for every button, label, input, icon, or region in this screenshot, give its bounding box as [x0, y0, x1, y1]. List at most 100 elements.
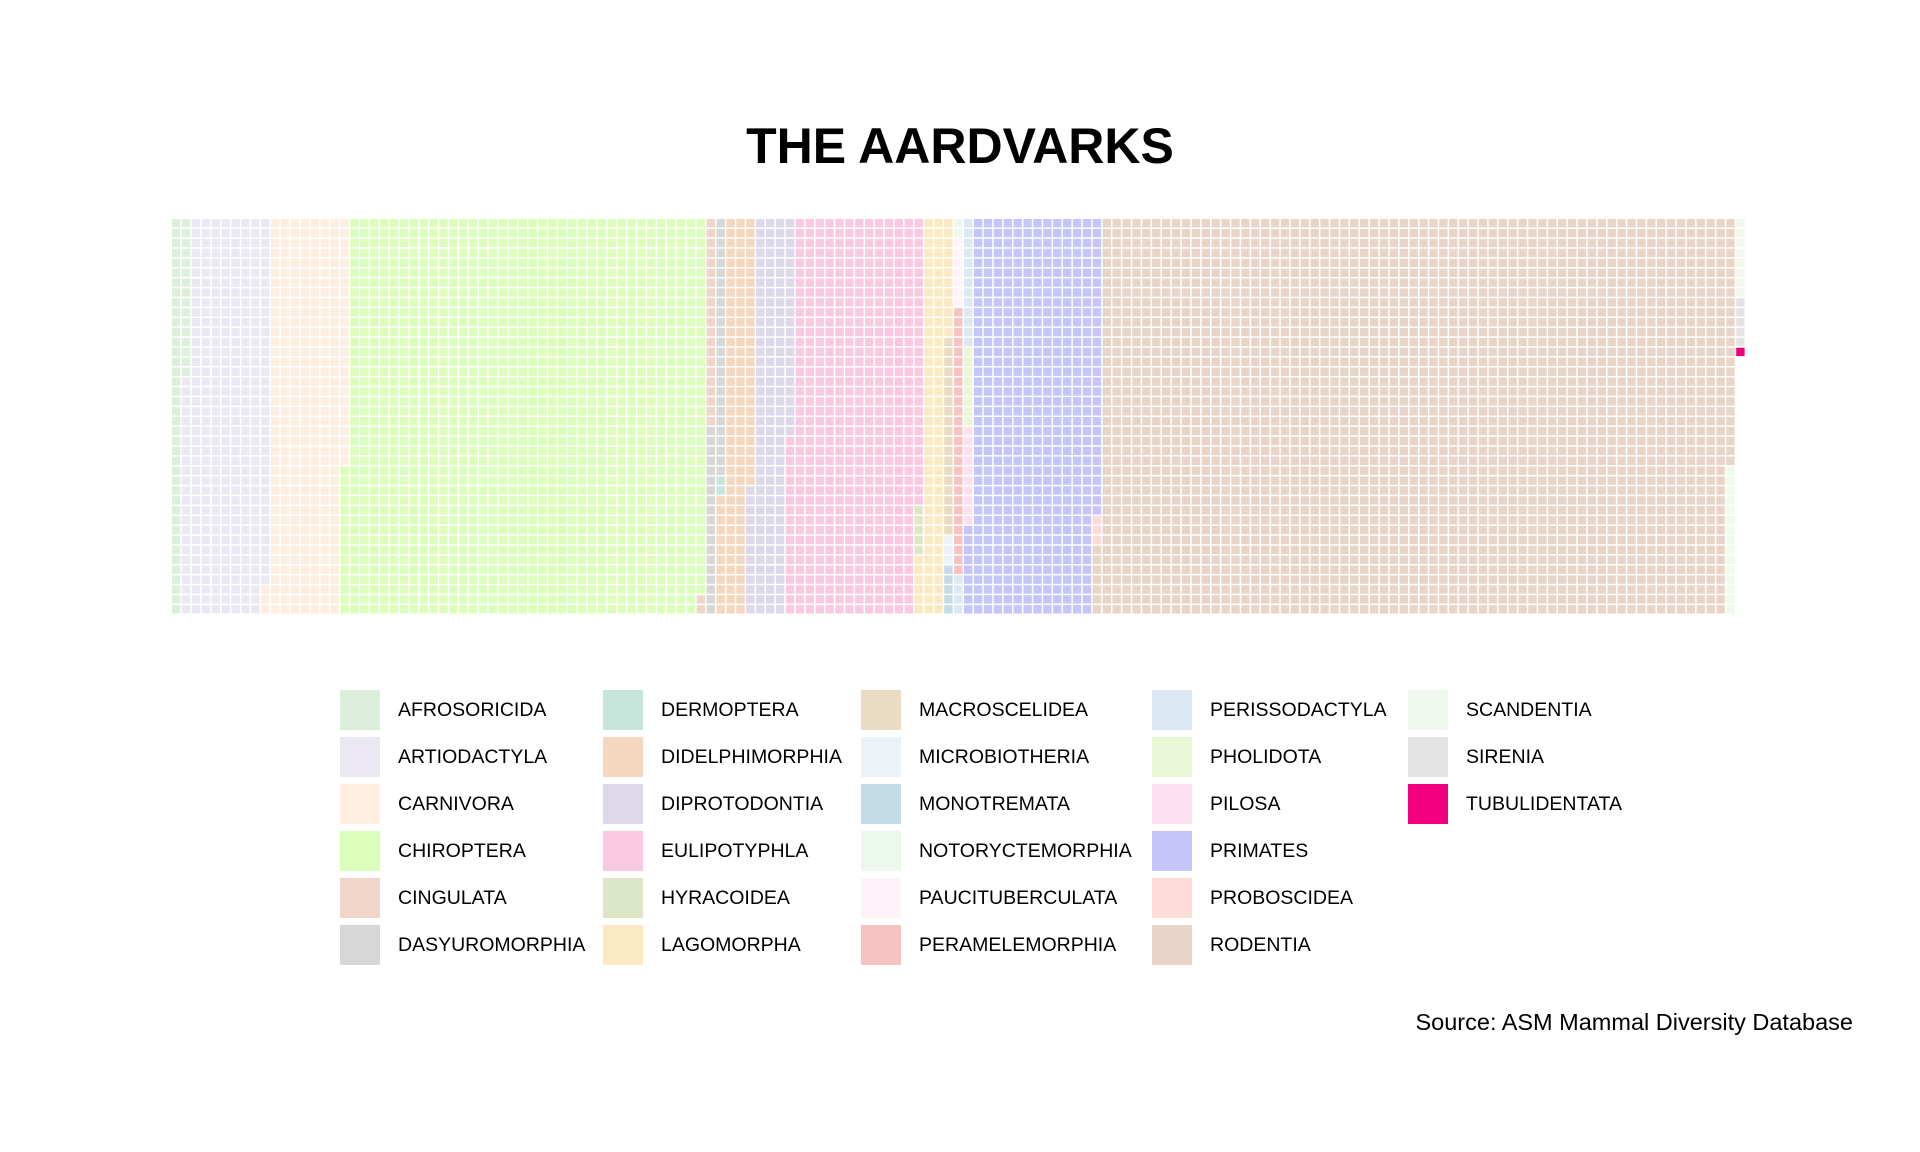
waffle-cell: [637, 535, 646, 545]
waffle-cell: [1043, 516, 1052, 525]
waffle-cell: [855, 407, 864, 416]
waffle-cell: [488, 516, 498, 525]
waffle-cell: [874, 456, 884, 465]
waffle-cell: [498, 337, 508, 347]
waffle-cell: [1102, 278, 1111, 287]
waffle-cell: [1221, 486, 1230, 495]
waffle-cell: [1369, 426, 1379, 436]
waffle-cell: [1023, 219, 1032, 228]
waffle-cell: [1350, 496, 1359, 505]
waffle-cell: [1122, 387, 1131, 396]
waffle-cell: [647, 377, 656, 386]
waffle-cell: [1330, 417, 1339, 426]
waffle-cell: [617, 278, 626, 287]
waffle-cell: [934, 377, 943, 386]
waffle-cell: [637, 565, 646, 574]
waffle-cell: [805, 595, 814, 604]
waffle-cell: [350, 417, 359, 426]
waffle-cell: [637, 575, 646, 584]
waffle-cell: [766, 486, 775, 495]
waffle-cell: [1142, 228, 1151, 238]
waffle-cell: [548, 545, 557, 555]
waffle-cell: [894, 555, 904, 564]
waffle-cell: [1072, 397, 1082, 406]
waffle-cell: [429, 506, 438, 515]
waffle-cell: [1112, 318, 1121, 327]
waffle-cell: [1290, 555, 1300, 564]
waffle-cell: [419, 387, 428, 396]
waffle-cell: [330, 446, 339, 456]
waffle-cell: [191, 407, 201, 416]
waffle-cell: [617, 496, 626, 505]
waffle-cell: [449, 377, 458, 386]
waffle-cell: [1043, 258, 1052, 267]
waffle-cell: [775, 288, 785, 297]
waffle-cell: [855, 268, 864, 277]
waffle-cell: [1092, 446, 1102, 456]
waffle-cell: [469, 268, 478, 277]
waffle-cell: [1320, 357, 1329, 366]
waffle-cell: [508, 525, 517, 535]
waffle-cell: [370, 258, 379, 267]
waffle-cell: [815, 377, 824, 386]
waffle-cell: [330, 595, 339, 604]
waffle-cell: [1211, 466, 1220, 475]
waffle-cell: [1270, 605, 1280, 614]
waffle-cell: [1320, 565, 1329, 574]
waffle-cell: [766, 248, 775, 258]
waffle-cell: [488, 397, 498, 406]
waffle-cell: [746, 347, 755, 357]
waffle-cell: [379, 407, 389, 416]
waffle-cell: [1092, 595, 1102, 604]
waffle-cell: [1072, 545, 1082, 555]
waffle-cell: [973, 555, 983, 564]
waffle-cell: [181, 387, 191, 396]
waffle-cell: [191, 248, 201, 258]
waffle-cell: [894, 298, 904, 307]
waffle-cell: [1102, 565, 1111, 574]
waffle-cell: [518, 298, 527, 307]
waffle-cell: [676, 248, 686, 258]
waffle-cell: [1063, 575, 1072, 584]
waffle-cell: [676, 446, 686, 456]
waffle-cell: [1142, 466, 1151, 475]
waffle-cell: [1201, 496, 1210, 505]
waffle-cell: [419, 506, 428, 515]
waffle-cell: [1211, 397, 1220, 406]
waffle-cell: [1379, 337, 1389, 347]
waffle-cell: [1330, 387, 1339, 396]
waffle-cell: [271, 278, 280, 287]
waffle-cell: [617, 308, 626, 317]
waffle-cell: [865, 585, 874, 594]
waffle-cell: [488, 219, 498, 228]
waffle-cell: [1310, 595, 1319, 604]
waffle-cell: [756, 288, 765, 297]
waffle-cell: [676, 545, 686, 555]
waffle-cell: [815, 446, 824, 456]
waffle-cell: [1340, 506, 1349, 515]
waffle-cell: [1092, 407, 1102, 416]
waffle-cell: [1280, 436, 1290, 446]
waffle-cell: [300, 436, 310, 446]
waffle-cell: [1122, 337, 1131, 347]
waffle-cell: [766, 506, 775, 515]
waffle-cell: [191, 436, 201, 446]
waffle-cell: [1310, 337, 1319, 347]
waffle-cell: [389, 288, 399, 297]
waffle-cell: [429, 525, 438, 535]
waffle-cell: [488, 595, 498, 604]
waffle-cell: [320, 278, 329, 287]
waffle-cell: [944, 238, 953, 248]
waffle-cell: [647, 486, 656, 495]
waffle-cell: [577, 318, 587, 327]
waffle-cell: [1003, 436, 1012, 446]
waffle-cell: [1310, 308, 1319, 317]
waffle-cell: [1072, 456, 1082, 465]
waffle-cell: [1092, 456, 1102, 465]
waffle-cell: [439, 248, 448, 258]
waffle-cell: [389, 585, 399, 594]
waffle-cell: [181, 486, 191, 495]
waffle-cell: [310, 387, 319, 396]
waffle-chart: [172, 219, 1745, 614]
waffle-cell: [261, 327, 270, 337]
